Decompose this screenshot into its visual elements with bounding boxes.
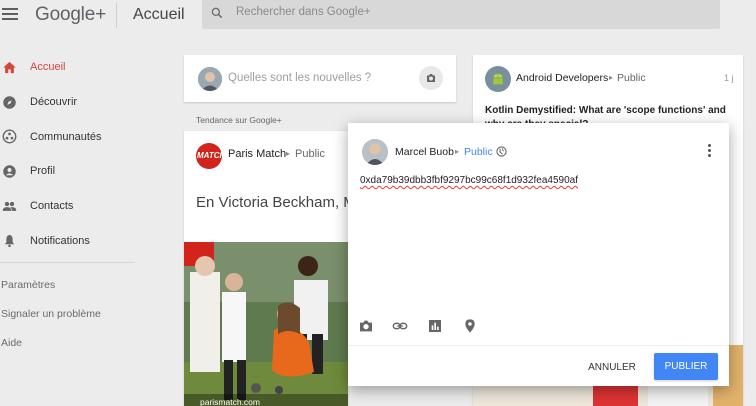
cancel-button[interactable]: ANNULER <box>580 354 644 380</box>
sidebar-item-label: Profil <box>30 165 56 178</box>
report-problem-link[interactable]: Signaler un problème <box>1 308 101 320</box>
google-plus-logo[interactable]: Google+ <box>35 4 106 26</box>
post-author[interactable]: Paris Match <box>228 148 286 160</box>
link-icon[interactable] <box>392 318 408 334</box>
post-visibility: Public <box>295 148 325 160</box>
compose-placeholder[interactable]: Quelles sont les nouvelles ? <box>228 72 371 84</box>
dialog-author: Marcel Buob <box>395 146 454 158</box>
publish-button[interactable]: PUBLIER <box>654 353 718 380</box>
more-options-icon[interactable] <box>704 144 714 160</box>
settings-link[interactable]: Paramètres <box>1 279 55 291</box>
sidebar-item-profile[interactable]: Profil <box>0 154 140 189</box>
arrow-right-icon: ▸ <box>286 149 291 158</box>
sidebar-item-label: Notifications <box>30 234 90 247</box>
arrow-right-icon: ▸ <box>455 147 460 156</box>
sidebar-item-notifications[interactable]: Notifications <box>0 223 140 258</box>
search-bar[interactable] <box>202 0 720 29</box>
post-text-input[interactable]: 0xda79b39dbb3fbf9297bc99c68f1d932fea4590… <box>360 175 720 186</box>
poll-icon[interactable] <box>427 318 443 334</box>
compose-dialog: Marcel Buob ▸ Public 0xda79b39dbb3fbf929… <box>348 123 729 386</box>
search-input[interactable] <box>236 6 706 18</box>
home-icon <box>3 61 16 73</box>
help-link[interactable]: Aide <box>1 337 22 349</box>
communities-icon <box>2 129 17 144</box>
camera-button[interactable] <box>419 66 443 90</box>
bell-icon <box>5 235 14 248</box>
post-time: 1 j <box>724 73 734 83</box>
dialog-footer-divider <box>348 345 729 346</box>
sidebar-item-label: Découvrir <box>30 96 78 109</box>
arrow-right-icon: ▸ <box>609 73 614 82</box>
avatar <box>198 67 222 91</box>
search-icon[interactable] <box>210 6 224 20</box>
android-avatar[interactable] <box>485 66 511 92</box>
header-divider <box>116 3 117 28</box>
globe-icon[interactable] <box>496 146 507 157</box>
sidebar-divider <box>0 262 135 263</box>
menu-icon[interactable] <box>2 8 18 22</box>
trending-label: Tendance sur Google+ <box>196 115 282 125</box>
paris-match-avatar[interactable]: MATCH <box>196 143 222 169</box>
post-author[interactable]: Android Developers <box>516 72 608 84</box>
top-bar: Google+ Accueil <box>0 0 756 33</box>
sidebar-item-contacts[interactable]: Contacts <box>0 189 140 224</box>
compose-card[interactable]: Quelles sont les nouvelles ? <box>184 55 456 102</box>
sidebar: Accueil Découvrir Communautés Profil Con… <box>0 50 140 258</box>
paris-match-logo-text: MATCH <box>197 151 222 160</box>
avatar <box>362 139 388 165</box>
sidebar-item-label: Communautés <box>30 130 102 143</box>
sidebar-item-home[interactable]: Accueil <box>0 50 140 85</box>
post-visibility: Public <box>617 72 646 84</box>
sidebar-item-communities[interactable]: Communautés <box>0 119 140 154</box>
profile-icon <box>3 165 16 178</box>
sidebar-item-discover[interactable]: Découvrir <box>0 85 140 120</box>
post-title[interactable]: En Victoria Beckham, Me souriante loin d… <box>196 192 351 213</box>
camera-icon <box>427 74 435 82</box>
page-title: Accueil <box>133 6 185 23</box>
contacts-icon <box>2 201 17 211</box>
visibility-selector[interactable]: Public <box>464 146 493 158</box>
sidebar-item-label: Accueil <box>30 61 66 74</box>
camera-icon[interactable] <box>358 318 374 334</box>
android-icon <box>493 73 503 85</box>
post-image[interactable]: parismatch.com <box>184 242 348 406</box>
image-caption: parismatch.com <box>200 397 260 406</box>
location-icon[interactable] <box>462 318 478 334</box>
compass-icon <box>3 95 16 109</box>
sidebar-item-label: Contacts <box>30 200 74 213</box>
